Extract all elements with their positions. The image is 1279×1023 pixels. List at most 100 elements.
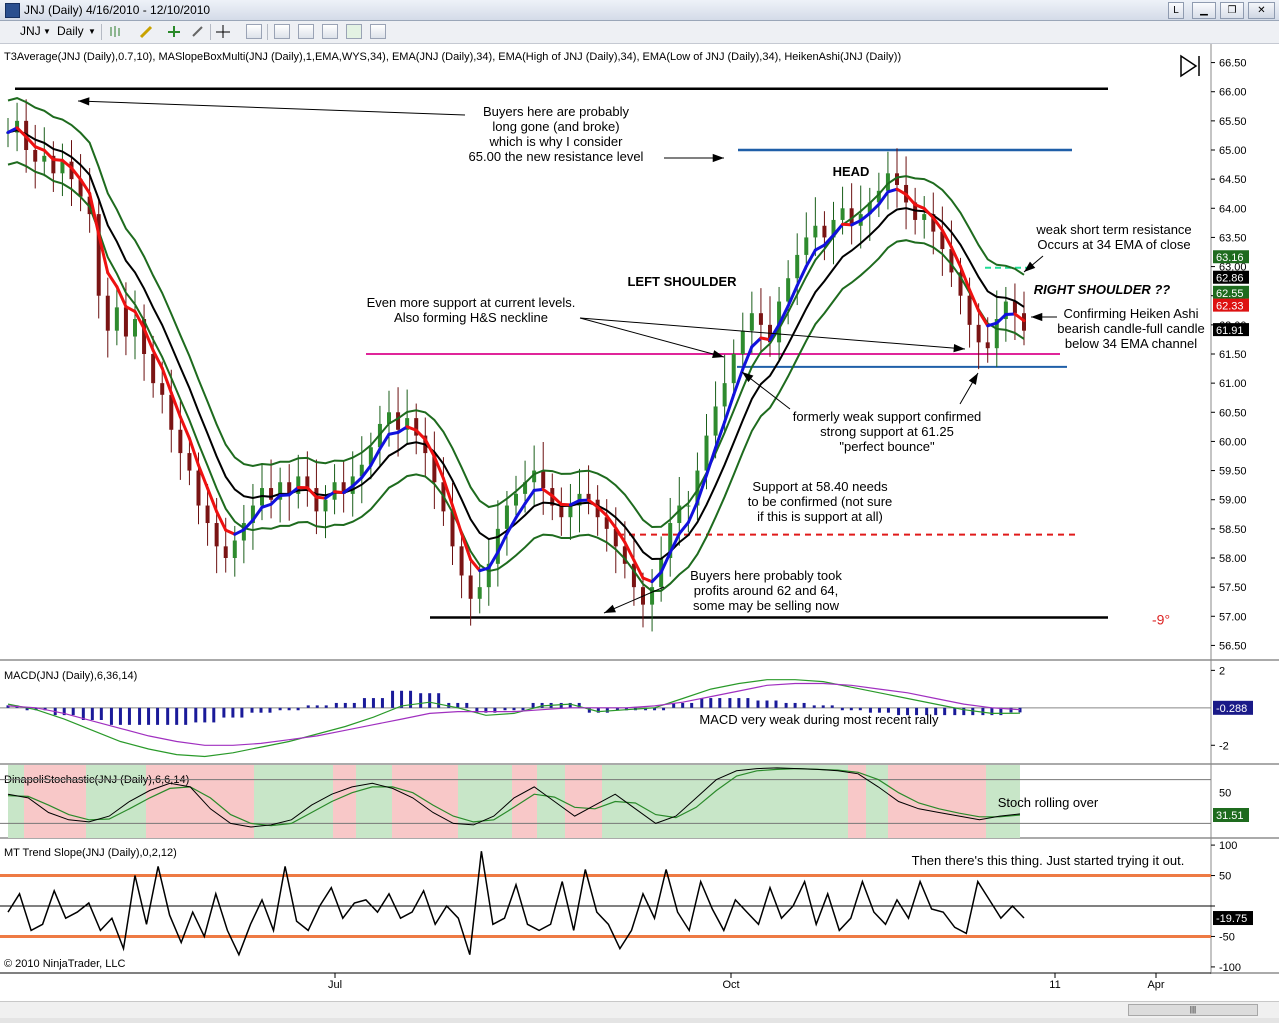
instrument-selector[interactable]: JNJ <box>20 24 41 39</box>
crosshair-icon[interactable] <box>215 24 231 39</box>
zoom-icon[interactable] <box>246 24 262 39</box>
y-tick-label: 59.00 <box>1219 495 1247 507</box>
trend-panel-header: MT Trend Slope(JNJ (Daily),0,2,12) <box>4 847 177 859</box>
properties-icon[interactable] <box>370 24 386 39</box>
pencil-icon[interactable] <box>138 24 154 39</box>
candle-body <box>396 412 401 430</box>
chart-area[interactable]: T3Average(JNJ (Daily),0.7,10), MASlopeBo… <box>0 44 1279 1001</box>
arrowhead <box>742 372 754 383</box>
status-bar <box>0 1018 1279 1023</box>
chevron-down-icon[interactable]: ▼ <box>43 24 51 39</box>
annotation-text: formerly weak support confirmed <box>793 409 982 424</box>
candle-body <box>205 505 210 524</box>
stoch-zone <box>512 765 537 838</box>
close-button[interactable]: ✕ <box>1248 2 1275 19</box>
price-badge-label: 62.86 <box>1216 273 1244 285</box>
candle-body <box>840 208 845 220</box>
interval-selector[interactable]: Daily <box>57 24 84 39</box>
trend-note: Then there's this thing. Just started tr… <box>912 853 1185 868</box>
candle-body <box>922 214 927 220</box>
candle-body <box>160 383 165 395</box>
degree-label: -9° <box>1152 611 1170 627</box>
x-tick-label: 11 <box>1049 979 1060 991</box>
stoch-zone <box>254 765 333 838</box>
chart-trader-icon[interactable] <box>322 24 338 39</box>
candle-body <box>33 150 38 162</box>
candle-body <box>804 237 809 255</box>
candle-body <box>114 307 119 331</box>
annotation-text: below 34 EMA channel <box>1065 336 1197 351</box>
candle-body <box>477 587 482 599</box>
candle-body <box>740 330 745 354</box>
arrowhead <box>604 604 616 613</box>
app-icon <box>5 3 20 18</box>
y-tick-label: 60.50 <box>1219 407 1247 419</box>
y-tick-label: 60.00 <box>1219 436 1247 448</box>
annotation-text: "perfect bounce" <box>839 439 935 454</box>
window-title: JNJ (Daily) 4/16/2010 - 12/10/2010 <box>24 3 211 17</box>
arrowhead <box>78 97 90 106</box>
candle-body <box>568 505 573 518</box>
dollar-icon[interactable] <box>346 24 362 39</box>
annotation-text: Occurs at 34 EMA of close <box>1037 237 1190 252</box>
indicator-icon[interactable] <box>274 24 290 39</box>
trend-slope-line <box>7 851 1025 957</box>
copyright-text: © 2010 NinjaTrader, LLC <box>4 958 125 970</box>
stoch-note: Stoch rolling over <box>998 795 1099 810</box>
y-tick-label: 63.50 <box>1219 232 1247 244</box>
y-tick-label: 61.50 <box>1219 349 1247 361</box>
candle-body <box>269 488 274 500</box>
y-tick-label: -2 <box>1219 740 1229 752</box>
candle-body <box>713 406 718 436</box>
candle-body <box>822 225 827 238</box>
candle-body <box>123 307 128 337</box>
annotation-text: Also forming H&S neckline <box>394 310 548 325</box>
restore-button[interactable]: ❐ <box>1220 2 1244 19</box>
candle-body <box>223 546 228 558</box>
t3-average-segment <box>106 271 119 289</box>
y-tick-label: 56.50 <box>1219 640 1247 652</box>
price-badge-label: 61.91 <box>1216 325 1244 337</box>
stoch-zone <box>392 765 458 838</box>
macd-note: MACD very weak during most recent rally <box>699 712 939 727</box>
candle-body <box>1012 301 1017 314</box>
candle-body <box>187 453 192 471</box>
annotation-text: some may be selling now <box>693 598 840 613</box>
price-panel-header: T3Average(JNJ (Daily),0.7,10), MASlopeBo… <box>4 51 901 63</box>
link-button[interactable]: L <box>1168 2 1184 19</box>
candle-body <box>105 295 110 331</box>
macd-badge-label: -0.288 <box>1216 703 1247 715</box>
candle-body <box>514 493 518 506</box>
candle-body <box>314 488 319 512</box>
candle-body <box>985 342 990 349</box>
bar-style-icon[interactable] <box>108 24 124 39</box>
arrowhead <box>968 373 978 385</box>
annotation-arrow <box>77 100 466 116</box>
scrollbar-thumb[interactable]: ||| <box>1128 1004 1258 1016</box>
y-tick-label: -50 <box>1219 931 1235 943</box>
strategy-icon[interactable] <box>298 24 314 39</box>
plus-icon[interactable] <box>166 24 182 39</box>
y-tick-label: 58.00 <box>1219 553 1247 565</box>
y-tick-label: 57.50 <box>1219 582 1247 594</box>
minimize-button[interactable]: ▁ <box>1192 2 1216 19</box>
candle-body <box>133 319 137 337</box>
annotation-text: to be confirmed (not sure <box>748 494 893 509</box>
price-badge-label: 62.55 <box>1216 288 1244 300</box>
annotation-text: Support at 58.40 needs <box>752 479 888 494</box>
x-tick-label: Oct <box>722 979 739 991</box>
t3-average-segment <box>750 336 763 349</box>
candle-body <box>459 546 464 576</box>
candle-body <box>976 324 981 343</box>
y-tick-label: 65.50 <box>1219 116 1247 128</box>
arrowhead <box>712 153 724 163</box>
horizontal-scrollbar[interactable]: ||| <box>0 1001 1279 1019</box>
trend-badge-label: -19.75 <box>1216 913 1247 925</box>
price-badge-label: 63.16 <box>1216 252 1244 264</box>
pointer-icon[interactable] <box>190 24 206 39</box>
chart-toolbar: JNJ ▼ Daily ▼ <box>0 21 1279 44</box>
y-tick-label: 57.00 <box>1219 611 1247 623</box>
arrowhead <box>953 343 965 353</box>
annotation-text: RIGHT SHOULDER ?? <box>1034 282 1171 297</box>
chevron-down-icon[interactable]: ▼ <box>88 24 96 39</box>
